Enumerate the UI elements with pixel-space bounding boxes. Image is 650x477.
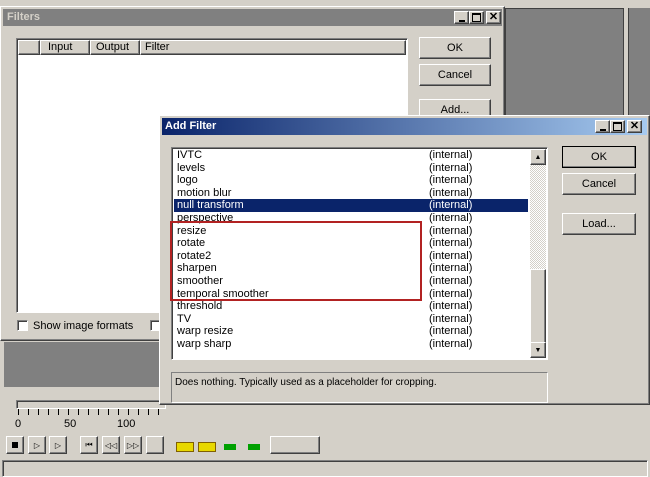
description-text: Does nothing. Typically used as a placeh… bbox=[175, 377, 437, 388]
filter-source: (internal) bbox=[429, 161, 473, 174]
go-start-button[interactable]: ⏮ bbox=[80, 436, 98, 454]
minimize-button[interactable] bbox=[454, 11, 469, 24]
description-box: Does nothing. Typically used as a placeh… bbox=[171, 372, 548, 403]
filter-list-item[interactable]: warp resize (internal) bbox=[174, 325, 528, 338]
filter-list-item[interactable]: levels (internal) bbox=[174, 162, 528, 175]
filters-title: Filters bbox=[7, 11, 41, 23]
filter-source: (internal) bbox=[429, 224, 473, 237]
add-filter-titlebar: Add Filter ✕ bbox=[162, 118, 647, 135]
filter-name: levels bbox=[177, 161, 206, 174]
filter-source: (internal) bbox=[429, 338, 473, 350]
timeline-tick-50: 50 bbox=[64, 418, 77, 430]
scroll-thumb[interactable] bbox=[530, 269, 546, 344]
video-pane-left bbox=[4, 342, 164, 387]
minimize-icon bbox=[458, 19, 465, 22]
filter-source: (internal) bbox=[429, 325, 473, 338]
filter-list-item[interactable]: threshold (internal) bbox=[174, 300, 528, 313]
play-output-button[interactable]: ▷ bbox=[49, 436, 67, 454]
filter-name: logo bbox=[177, 174, 198, 187]
filter-name: warp sharp bbox=[177, 338, 232, 350]
filter-name: null transform bbox=[177, 199, 244, 212]
filter-source: (internal) bbox=[429, 174, 473, 187]
close-button[interactable]: ✕ bbox=[627, 120, 642, 133]
filter-source: (internal) bbox=[429, 149, 473, 161]
filter-source: (internal) bbox=[429, 275, 473, 287]
filter-name: motion blur bbox=[177, 186, 232, 199]
filter-list-item[interactable]: TV (internal) bbox=[174, 313, 528, 326]
timeline-track[interactable] bbox=[16, 400, 166, 409]
forward-icon: ▷▷ bbox=[126, 440, 140, 450]
filter-list-item[interactable]: IVTC (internal) bbox=[174, 149, 528, 162]
maximize-icon bbox=[613, 122, 622, 131]
add-filter-title: Add Filter bbox=[165, 120, 217, 132]
rewind-icon: ◁◁ bbox=[104, 440, 118, 450]
col-header-input[interactable]: Input bbox=[40, 40, 90, 55]
col-header-filter[interactable]: Filter bbox=[140, 40, 406, 55]
stop-icon bbox=[12, 442, 18, 448]
close-icon: ✕ bbox=[488, 11, 499, 23]
rewind-button[interactable]: ◁◁ bbox=[102, 436, 120, 454]
play-icon: ▷ bbox=[33, 440, 41, 450]
add-filter-load-button[interactable]: Load... bbox=[562, 213, 636, 235]
filter-name: IVTC bbox=[177, 149, 203, 161]
filter-list-item[interactable]: null transform (internal) bbox=[174, 199, 528, 212]
stop-button[interactable] bbox=[6, 436, 24, 454]
col-header-output[interactable]: Output bbox=[90, 40, 140, 55]
filter-source: (internal) bbox=[429, 312, 473, 325]
filter-source: (internal) bbox=[429, 186, 473, 199]
keyframe-next-icon bbox=[248, 444, 260, 450]
filter-source: (internal) bbox=[429, 262, 473, 275]
add-filter-dialog: Add Filter ✕ IVTC (internal) levels (intern… bbox=[159, 115, 650, 405]
filter-source: (internal) bbox=[429, 237, 473, 250]
play-input-button[interactable]: ▷ bbox=[28, 436, 46, 454]
filters-titlebar: Filters ✕ bbox=[3, 9, 502, 26]
mark-out-icon bbox=[198, 442, 216, 452]
close-button[interactable]: ✕ bbox=[486, 11, 501, 24]
timeline-tick-0: 0 bbox=[15, 418, 22, 430]
filter-source: (internal) bbox=[429, 212, 473, 224]
skip-start-icon: ⏮ bbox=[85, 440, 93, 449]
forward-button[interactable]: ▷▷ bbox=[124, 436, 142, 454]
filter-name: TV bbox=[177, 312, 192, 325]
timeline-tick-marks bbox=[18, 409, 168, 415]
up-arrow-icon: ▲ bbox=[534, 153, 542, 161]
add-filter-ok-button[interactable]: OK bbox=[562, 146, 636, 168]
show-image-formats-label: Show image formats bbox=[33, 320, 134, 332]
filter-source: (internal) bbox=[429, 249, 473, 262]
keyframe-prev-icon bbox=[224, 444, 236, 450]
show-image-formats-checkbox[interactable] bbox=[17, 320, 28, 331]
scroll-up-button[interactable]: ▲ bbox=[530, 149, 546, 165]
scroll-down-button[interactable]: ▼ bbox=[530, 342, 546, 358]
filter-source: (internal) bbox=[429, 199, 473, 212]
highlight-box bbox=[170, 221, 422, 301]
minimize-button[interactable] bbox=[595, 120, 610, 133]
maximize-icon bbox=[472, 13, 481, 22]
filter-list-item[interactable]: warp sharp (internal) bbox=[174, 338, 528, 351]
filter-name: warp resize bbox=[177, 325, 234, 338]
filter-list-scrollbar[interactable]: ▲ ▼ bbox=[530, 149, 546, 358]
status-bar bbox=[2, 460, 648, 477]
filter-source: (internal) bbox=[429, 300, 473, 313]
col-header-blank bbox=[18, 40, 40, 55]
toolbar-button-extra[interactable] bbox=[270, 436, 320, 454]
maximize-button[interactable] bbox=[469, 11, 484, 24]
filters-ok-button[interactable]: OK bbox=[419, 37, 491, 59]
filters-cancel-button[interactable]: Cancel bbox=[419, 64, 491, 86]
play-icon: ▷ bbox=[54, 440, 62, 450]
down-arrow-icon: ▼ bbox=[534, 346, 542, 354]
go-end-button[interactable] bbox=[146, 436, 164, 454]
filter-list-item[interactable]: motion blur (internal) bbox=[174, 187, 528, 200]
mark-in-icon bbox=[176, 442, 194, 452]
add-filter-cancel-button[interactable]: Cancel bbox=[562, 173, 636, 195]
minimize-icon bbox=[599, 128, 606, 131]
filter-source: (internal) bbox=[429, 287, 473, 300]
close-icon: ✕ bbox=[629, 120, 640, 132]
filter-name: threshold bbox=[177, 300, 223, 313]
maximize-button[interactable] bbox=[610, 120, 625, 133]
filter-list-item[interactable]: logo (internal) bbox=[174, 174, 528, 187]
timeline-tick-100: 100 bbox=[117, 418, 136, 430]
